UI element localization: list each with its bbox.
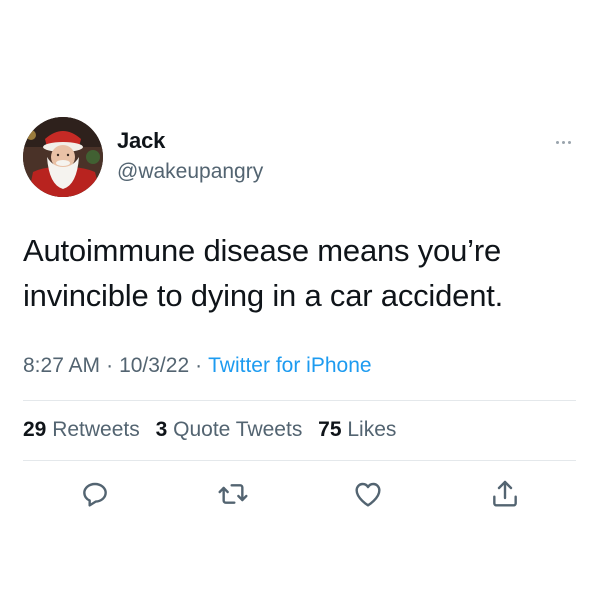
divider bbox=[23, 400, 576, 401]
likes-count: 75 bbox=[318, 418, 342, 441]
retweet-button[interactable] bbox=[217, 478, 249, 510]
avatar-image bbox=[23, 117, 103, 197]
retweets-stat[interactable]: 29 Retweets bbox=[23, 418, 140, 441]
retweet-icon bbox=[218, 484, 248, 504]
tweet-date[interactable]: 10/3/22 bbox=[119, 354, 189, 377]
reply-button[interactable] bbox=[79, 478, 111, 510]
meta-separator: · bbox=[106, 354, 114, 377]
more-dot bbox=[555, 140, 559, 144]
quote-tweets-count: 3 bbox=[155, 418, 168, 441]
likes-label: Likes bbox=[347, 418, 397, 441]
more-dots-icon[interactable] bbox=[548, 132, 578, 152]
reply-icon bbox=[83, 482, 107, 507]
retweets-count: 29 bbox=[23, 418, 47, 441]
tweet-card: Jack @wakeupangry Autoimmune disease mea… bbox=[0, 0, 600, 600]
more-dot bbox=[567, 140, 571, 144]
quote-tweets-label: Quote Tweets bbox=[173, 418, 303, 441]
retweets-label: Retweets bbox=[52, 418, 140, 441]
engagement-stats: 29 Retweets 3 Quote Tweets 75 Likes bbox=[23, 418, 406, 442]
likes-stat[interactable]: 75 Likes bbox=[318, 418, 396, 441]
divider bbox=[23, 460, 576, 461]
like-button[interactable] bbox=[352, 478, 384, 510]
avatar[interactable] bbox=[23, 117, 103, 197]
more-dot bbox=[561, 140, 565, 144]
tweet-meta: 8:27 AM · 10/3/22 · Twitter for iPhone bbox=[23, 354, 372, 378]
tweet-source-link[interactable]: Twitter for iPhone bbox=[208, 354, 371, 377]
heart-icon bbox=[355, 482, 381, 507]
tweet-time[interactable]: 8:27 AM bbox=[23, 354, 100, 377]
tweet-text: Autoimmune disease means you’re invincib… bbox=[23, 233, 504, 313]
user-handle[interactable]: @wakeupangry bbox=[117, 160, 263, 184]
display-name[interactable]: Jack bbox=[117, 128, 165, 154]
meta-separator: · bbox=[195, 354, 203, 377]
share-button[interactable] bbox=[489, 478, 521, 510]
quote-tweets-stat[interactable]: 3 Quote Tweets bbox=[156, 418, 303, 441]
share-icon bbox=[493, 480, 517, 507]
